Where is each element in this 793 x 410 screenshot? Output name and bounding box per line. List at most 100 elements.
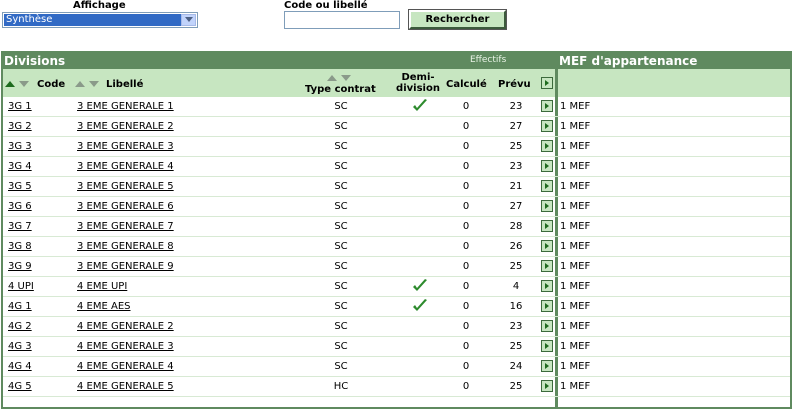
- row-go-button[interactable]: [541, 100, 553, 112]
- mef-cell: 1 MEF: [560, 161, 591, 172]
- row-go-button[interactable]: [541, 360, 553, 372]
- effectif-calcule-cell: 0: [462, 381, 470, 392]
- arrow-right-icon: [541, 100, 553, 112]
- search-button[interactable]: Rechercher: [408, 9, 507, 30]
- arrow-right-icon: [541, 280, 553, 292]
- division-code-link[interactable]: 4G 2: [8, 321, 32, 333]
- type-contrat-cell: SC: [334, 281, 348, 292]
- column-header-type-contrat[interactable]: Type contrat: [305, 84, 376, 95]
- code-libelle-label: Code ou libellé: [284, 0, 368, 11]
- arrow-right-icon: [541, 160, 553, 172]
- row-go-button[interactable]: [541, 180, 553, 192]
- effectif-calcule-cell: 0: [462, 221, 470, 232]
- division-code-link[interactable]: 4G 4: [8, 361, 32, 373]
- mef-cell: 1 MEF: [560, 121, 591, 132]
- column-header-libelle[interactable]: Libellé: [106, 79, 143, 90]
- table-row: 4 UPI 4 EME UPI SC 0 4 1 MEF: [3, 277, 790, 297]
- arrow-right-icon: [541, 380, 553, 392]
- row-go-button[interactable]: [541, 340, 553, 352]
- division-code-link[interactable]: 3G 8: [8, 241, 32, 253]
- row-go-button[interactable]: [541, 200, 553, 212]
- sort-desc-icon: [341, 75, 351, 81]
- effectif-calcule-cell: 0: [462, 181, 470, 192]
- arrow-right-icon: [541, 220, 553, 232]
- sort-asc-icon: [5, 81, 15, 87]
- division-libelle-link[interactable]: 4 EME UPI: [77, 281, 127, 293]
- row-go-button[interactable]: [541, 380, 553, 392]
- affichage-select[interactable]: Synthèse: [2, 12, 198, 28]
- table-row: 3G 9 3 EME GENERALE 9 SC 0 25 1 MEF: [3, 257, 790, 277]
- division-code-link[interactable]: 3G 2: [8, 121, 32, 133]
- sort-desc-icon: [89, 81, 99, 87]
- division-libelle-link[interactable]: 3 EME GENERALE 5: [77, 181, 174, 193]
- effectif-prevu-cell: 21: [509, 181, 523, 192]
- row-go-button[interactable]: [541, 280, 553, 292]
- mef-cell: 1 MEF: [560, 201, 591, 212]
- arrow-right-icon: [541, 300, 553, 312]
- division-libelle-link[interactable]: 3 EME GENERALE 3: [77, 141, 174, 153]
- arrow-right-icon: [541, 120, 553, 132]
- type-contrat-cell: SC: [334, 321, 348, 332]
- division-libelle-link[interactable]: 4 EME GENERALE 2: [77, 321, 174, 333]
- table-row: 4G 2 4 EME GENERALE 2 SC 0 23 1 MEF: [3, 317, 790, 337]
- mef-cell: 1 MEF: [560, 281, 591, 292]
- mef-cell: 1 MEF: [560, 241, 591, 252]
- effectif-prevu-cell: 23: [509, 161, 523, 172]
- type-contrat-cell: SC: [334, 361, 348, 372]
- division-code-link[interactable]: 3G 4: [8, 161, 32, 173]
- division-libelle-link[interactable]: 4 EME AES: [77, 301, 131, 313]
- sort-libelle-group: [74, 80, 104, 91]
- row-go-button[interactable]: [541, 120, 553, 132]
- affichage-label: Affichage: [73, 0, 126, 11]
- division-libelle-link[interactable]: 3 EME GENERALE 6: [77, 201, 174, 213]
- division-code-link[interactable]: 3G 3: [8, 141, 32, 153]
- division-libelle-link[interactable]: 3 EME GENERALE 8: [77, 241, 174, 253]
- division-libelle-link[interactable]: 3 EME GENERALE 9: [77, 261, 174, 273]
- header-go-button[interactable]: [541, 77, 553, 89]
- division-code-link[interactable]: 3G 1: [8, 101, 32, 113]
- effectif-calcule-cell: 0: [462, 101, 470, 112]
- arrow-right-icon: [541, 260, 553, 272]
- type-contrat-cell: SC: [334, 161, 348, 172]
- table-row: 3G 8 3 EME GENERALE 8 SC 0 26 1 MEF: [3, 237, 790, 257]
- effectif-calcule-cell: 0: [462, 161, 470, 172]
- code-libelle-input[interactable]: [284, 11, 400, 29]
- division-code-link[interactable]: 4G 1: [8, 301, 32, 313]
- division-code-link[interactable]: 3G 5: [8, 181, 32, 193]
- division-code-link[interactable]: 3G 9: [8, 261, 32, 273]
- row-go-button[interactable]: [541, 320, 553, 332]
- division-libelle-link[interactable]: 4 EME GENERALE 5: [77, 381, 174, 393]
- row-go-button[interactable]: [541, 240, 553, 252]
- demi-line2: division: [396, 83, 440, 94]
- mef-cell: 1 MEF: [560, 221, 591, 232]
- division-libelle-link[interactable]: 3 EME GENERALE 7: [77, 221, 174, 233]
- arrow-right-icon: [541, 320, 553, 332]
- mef-header-bar: [558, 69, 790, 97]
- division-code-link[interactable]: 4G 3: [8, 341, 32, 353]
- division-libelle-link[interactable]: 3 EME GENERALE 4: [77, 161, 174, 173]
- sort-asc-icon: [327, 75, 337, 81]
- type-contrat-cell: HC: [333, 381, 349, 392]
- division-code-link[interactable]: 4G 5: [8, 381, 32, 393]
- division-libelle-link[interactable]: 3 EME GENERALE 1: [77, 101, 174, 113]
- table-row: 3G 6 3 EME GENERALE 6 SC 0 27 1 MEF: [3, 197, 790, 217]
- mef-title: MEF d'appartenance: [559, 54, 698, 68]
- arrow-right-icon: [541, 77, 553, 89]
- effectif-prevu-cell: 27: [509, 201, 523, 212]
- table-row: 4G 3 4 EME GENERALE 3 SC 0 25 1 MEF: [3, 337, 790, 357]
- row-go-button[interactable]: [541, 160, 553, 172]
- row-go-button[interactable]: [541, 300, 553, 312]
- division-code-link[interactable]: 3G 6: [8, 201, 32, 213]
- effectif-prevu-cell: 4: [512, 281, 520, 292]
- division-libelle-link[interactable]: 4 EME GENERALE 4: [77, 361, 174, 373]
- row-go-button[interactable]: [541, 220, 553, 232]
- chevron-down-icon[interactable]: [181, 14, 196, 26]
- division-libelle-link[interactable]: 3 EME GENERALE 2: [77, 121, 174, 133]
- division-code-link[interactable]: 3G 7: [8, 221, 32, 233]
- mef-cell: 1 MEF: [560, 261, 591, 272]
- division-libelle-link[interactable]: 4 EME GENERALE 3: [77, 341, 174, 353]
- division-code-link[interactable]: 4 UPI: [8, 281, 34, 293]
- row-go-button[interactable]: [541, 140, 553, 152]
- row-go-button[interactable]: [541, 260, 553, 272]
- column-header-code[interactable]: Code: [37, 79, 65, 90]
